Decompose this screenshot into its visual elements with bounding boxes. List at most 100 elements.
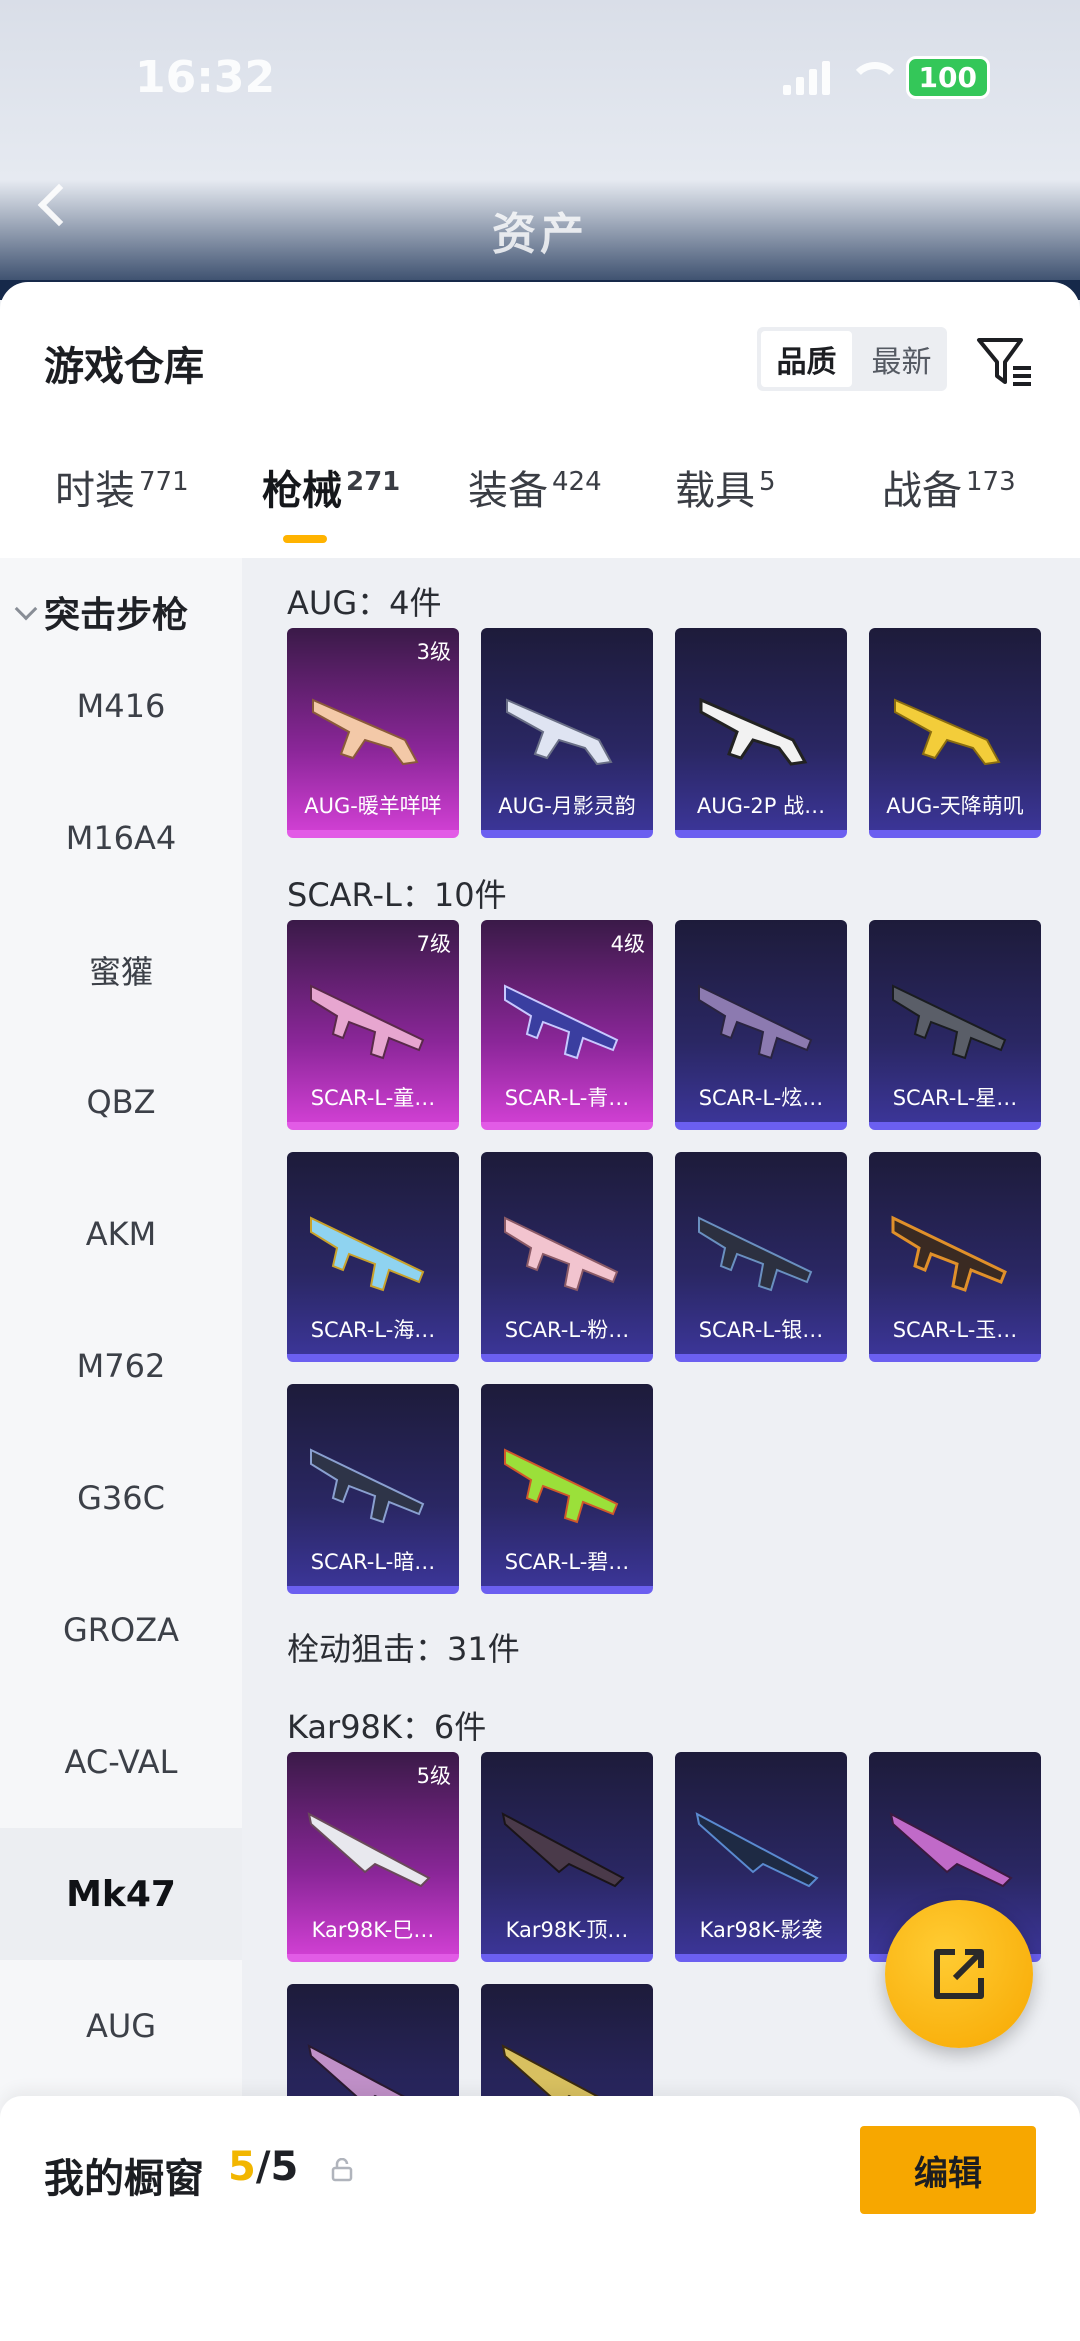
card-name: SCAR-L-童… <box>310 1086 436 1110</box>
tab-label: 时装 <box>55 468 135 514</box>
gun-icon <box>891 1215 1007 1292</box>
active-tab-indicator <box>283 535 327 543</box>
sidebar-item-ac-val[interactable]: AC-VAL <box>0 1696 242 1828</box>
sidebar-item-m762[interactable]: M762 <box>0 1300 242 1432</box>
weapon-card[interactable]: AUG-2P 战… <box>675 628 847 838</box>
card-name: Kar98K-顶… <box>505 1918 629 1942</box>
card-level: 5级 <box>416 1764 451 1788</box>
weapon-card[interactable]: SCAR-L-碧… <box>481 1384 653 1594</box>
weapon-card[interactable]: SCAR-L-星… <box>869 920 1041 1130</box>
gun-icon <box>307 1812 431 1888</box>
section-title-kar98k: Kar98K：6件 <box>287 1708 487 1746</box>
gun-icon <box>310 984 425 1060</box>
tab-count: 771 <box>139 466 189 497</box>
showcase-total: /5 <box>255 2144 299 2190</box>
sidebar-item-m16a4[interactable]: M16A4 <box>0 772 242 904</box>
gun-icon <box>310 1448 425 1524</box>
weapon-card[interactable]: SCAR-L-粉… <box>481 1152 653 1362</box>
sidebar-item-groza[interactable]: GROZA <box>0 1564 242 1696</box>
weapon-grid: AUG：4件 3级 AUG-暖羊咩咩 AUG-月影灵韵 AUG-2P 战… AU… <box>242 558 1080 2341</box>
card-name: AUG-天降萌叽 <box>886 794 1024 818</box>
gun-icon <box>506 698 613 766</box>
card-name: SCAR-L-银… <box>698 1318 824 1342</box>
lock-icon <box>331 2158 353 2182</box>
external-link-icon <box>934 1949 984 1999</box>
card-name: SCAR-L-碧… <box>504 1550 630 1574</box>
section-title-bolt-action: 栓动狙击：31件 <box>287 1630 520 1668</box>
sort-quality-button[interactable]: 品质 <box>761 331 852 387</box>
tab-gear[interactable]: 战备 173 <box>882 458 1016 516</box>
tab-guns[interactable]: 枪械 271 <box>262 458 400 516</box>
filter-icon[interactable] <box>975 332 1035 392</box>
category-tabs: 时装 771 枪械 271 装备 424 载具 5 战备 173 <box>0 432 1080 540</box>
weapon-sidebar: 突击步枪 M416 M16A4 蜜獾 QBZ AKM M762 G36C GRO… <box>0 558 242 2341</box>
sidebar-item-akm[interactable]: AKM <box>0 1168 242 1300</box>
tab-label: 枪械 <box>262 468 342 514</box>
showcase-count: 5/5 <box>228 2144 298 2190</box>
gun-icon <box>504 984 619 1060</box>
weapon-card[interactable]: 4级 SCAR-L-青… <box>481 920 653 1130</box>
wifi-icon <box>847 61 902 94</box>
weapon-card[interactable]: SCAR-L-银… <box>675 1152 847 1362</box>
sidebar-item-m416[interactable]: M416 <box>0 640 242 772</box>
sidebar-item-g36c[interactable]: G36C <box>0 1432 242 1564</box>
card-name: Kar98K-影袭 <box>699 1918 823 1942</box>
gun-icon <box>501 1812 625 1888</box>
sidebar-group-label: 突击步枪 <box>44 595 189 636</box>
weapon-card[interactable]: SCAR-L-海… <box>287 1152 459 1362</box>
tab-count: 424 <box>552 466 602 497</box>
card-level: 3级 <box>416 640 451 664</box>
sort-toggle: 品质 最新 <box>757 327 947 391</box>
weapon-card[interactable]: Kar98K-顶… <box>481 1752 653 1962</box>
sidebar-item-mk47[interactable]: Mk47 <box>0 1828 242 1960</box>
card-name: AUG-月影灵韵 <box>498 794 636 818</box>
weapon-card[interactable]: 5级 Kar98K-巳… <box>287 1752 459 1962</box>
sidebar-item-aug[interactable]: AUG <box>0 1960 242 2092</box>
card-name: Kar98K-巳… <box>311 1918 435 1942</box>
gun-icon <box>892 984 1007 1060</box>
gun-icon <box>889 1812 1013 1888</box>
card-name: SCAR-L-炫… <box>698 1086 824 1110</box>
card-name: SCAR-L-暗… <box>310 1550 436 1574</box>
tab-vehicles[interactable]: 载具 5 <box>675 458 776 516</box>
card-level: 4级 <box>610 932 645 956</box>
section-title-scar: SCAR-L：10件 <box>287 876 507 914</box>
share-button[interactable] <box>885 1900 1033 2048</box>
card-name: AUG-2P 战… <box>696 794 826 818</box>
gun-icon <box>310 1216 425 1292</box>
tab-label: 载具 <box>675 468 755 514</box>
card-name: SCAR-L-青… <box>504 1086 630 1110</box>
tab-label: 战备 <box>882 468 962 514</box>
weapon-card[interactable]: SCAR-L-暗… <box>287 1384 459 1594</box>
card-name: SCAR-L-粉… <box>504 1318 630 1342</box>
weapon-card[interactable]: Kar98K-影袭 <box>675 1752 847 1962</box>
weapon-card[interactable]: 7级 SCAR-L-童… <box>287 920 459 1130</box>
chevron-down-icon <box>14 597 38 621</box>
sidebar-item-qbz[interactable]: QBZ <box>0 1036 242 1168</box>
tab-outfits[interactable]: 时装 771 <box>55 458 189 516</box>
weapon-card[interactable]: AUG-天降萌叽 <box>869 628 1041 838</box>
gun-icon <box>504 1216 619 1292</box>
tab-count: 173 <box>966 466 1016 497</box>
sidebar-group-assault-rifle[interactable]: 突击步枪 <box>14 586 189 638</box>
weapon-card[interactable]: SCAR-L-炫… <box>675 920 847 1130</box>
showcase-bar: 我的橱窗 5/5 编辑 <box>0 2096 1080 2341</box>
weapon-card[interactable]: AUG-月影灵韵 <box>481 628 653 838</box>
tab-count: 271 <box>346 466 401 497</box>
page-title: 游戏仓库 <box>44 344 204 390</box>
sidebar-item-honey-badger[interactable]: 蜜獾 <box>0 904 242 1036</box>
weapon-card[interactable]: 3级 AUG-暖羊咩咩 <box>287 628 459 838</box>
sheet-header: 游戏仓库 品质 最新 <box>0 282 1080 432</box>
status-area: 16:32 100 资产 <box>0 0 1080 300</box>
status-time: 16:32 <box>135 52 276 103</box>
gun-icon <box>698 1216 813 1292</box>
card-level: 7级 <box>416 932 451 956</box>
edit-button[interactable]: 编辑 <box>860 2126 1036 2214</box>
gun-icon <box>699 697 808 766</box>
sort-latest-button[interactable]: 最新 <box>856 327 947 391</box>
weapon-card[interactable]: SCAR-L-玉… <box>869 1152 1041 1362</box>
tab-equipment[interactable]: 装备 424 <box>468 458 602 516</box>
card-name: SCAR-L-海… <box>310 1318 436 1342</box>
tab-label: 装备 <box>468 468 548 514</box>
section-title-aug: AUG：4件 <box>287 584 442 622</box>
